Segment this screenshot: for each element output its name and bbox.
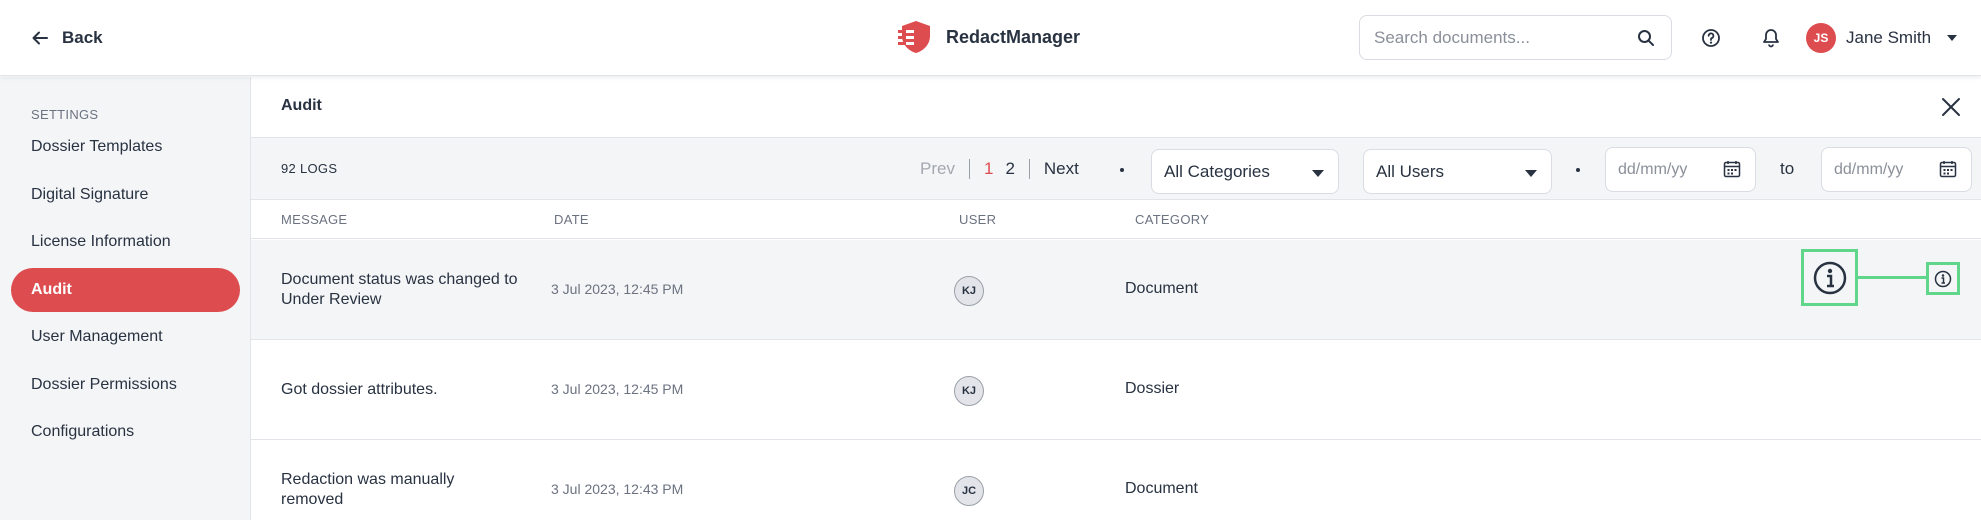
- shield-logo-icon: [898, 21, 930, 53]
- sidebar-item-audit[interactable]: Audit: [11, 268, 240, 312]
- search-input[interactable]: [1374, 27, 1635, 48]
- user-filter-value: All Users: [1376, 161, 1445, 181]
- row-category: Document: [1125, 280, 1198, 297]
- column-header-date[interactable]: DATE: [554, 212, 589, 227]
- pagination: Prev 1 2 Next: [920, 156, 1079, 182]
- search-box: [1359, 15, 1672, 60]
- info-icon: [1934, 270, 1952, 287]
- row-message: Redaction was manually removed: [281, 471, 455, 508]
- chevron-down-icon: [1947, 35, 1958, 41]
- date-from-input[interactable]: [1618, 160, 1708, 179]
- calendar-icon[interactable]: [1939, 160, 1957, 178]
- row-date: 3 Jul 2023, 12:43 PM: [551, 481, 684, 497]
- row-message: Got dossier attributes.: [281, 381, 438, 398]
- pager-divider: [1028, 159, 1030, 179]
- user-avatar: JC: [954, 476, 984, 506]
- filter-toolbar: 92 LOGS Prev 1 2 Next All Categories All…: [251, 138, 1981, 200]
- info-icon: [1813, 261, 1846, 294]
- next-page-button[interactable]: Next: [1044, 159, 1079, 179]
- sidebar-item-license-information[interactable]: License Information: [11, 220, 240, 264]
- brand-name: RedactManager: [946, 26, 1081, 47]
- table-row[interactable]: Got dossier attributes. 3 Jul 2023, 12:4…: [251, 340, 1981, 440]
- search-icon[interactable]: [1635, 27, 1657, 49]
- logs-count: 92 LOGS: [281, 161, 338, 176]
- arrow-left-icon: [32, 31, 48, 45]
- calendar-icon[interactable]: [1723, 160, 1741, 178]
- date-range-to-label: to: [1780, 159, 1795, 178]
- highlight-connector: [1858, 276, 1926, 279]
- date-from-field[interactable]: [1605, 147, 1756, 192]
- sidebar-item-dossier-templates[interactable]: Dossier Templates: [11, 125, 240, 169]
- bell-icon[interactable]: [1757, 24, 1785, 52]
- back-button[interactable]: Back: [30, 24, 103, 52]
- help-icon[interactable]: [1697, 24, 1725, 52]
- page-2-button[interactable]: 2: [1005, 159, 1014, 179]
- row-category: Document: [1125, 480, 1198, 497]
- top-bar: Back RedactManager JS Jane Smith: [0, 0, 1981, 76]
- back-label: Back: [62, 28, 103, 47]
- separator-dot: [1576, 168, 1580, 172]
- user-name: Jane Smith: [1846, 28, 1932, 47]
- user-filter-select[interactable]: All Users: [1363, 149, 1552, 194]
- row-date: 3 Jul 2023, 12:45 PM: [551, 281, 684, 297]
- table-header: MESSAGE DATE USER CATEGORY: [251, 200, 1981, 239]
- column-header-user[interactable]: USER: [959, 212, 996, 227]
- avatar: JS: [1806, 23, 1836, 53]
- user-avatar: KJ: [954, 376, 984, 406]
- prev-page-button[interactable]: Prev: [920, 159, 955, 179]
- category-filter-select[interactable]: All Categories: [1151, 149, 1339, 194]
- main-panel: Audit 92 LOGS Prev 1 2 Next All Categori…: [251, 77, 1981, 520]
- page-title: Audit: [281, 97, 322, 114]
- sidebar-item-configurations[interactable]: Configurations: [11, 410, 240, 454]
- brand: RedactManager: [898, 16, 1080, 58]
- table-row[interactable]: Document status was changed to Under Rev…: [251, 240, 1981, 340]
- chevron-down-icon: [1525, 170, 1537, 177]
- info-button-highlight[interactable]: [1801, 249, 1858, 306]
- sidebar-item-dossier-permissions[interactable]: Dossier Permissions: [11, 363, 240, 407]
- sidebar-section-label: SETTINGS: [31, 107, 99, 122]
- table-row[interactable]: Redaction was manually removed 3 Jul 202…: [251, 440, 1981, 520]
- panel-header: Audit: [251, 77, 1981, 138]
- user-menu[interactable]: JS Jane Smith: [1806, 22, 1958, 54]
- pager-divider: [968, 159, 970, 179]
- separator-dot: [1120, 168, 1124, 172]
- sidebar: SETTINGS Dossier Templates Digital Signa…: [0, 77, 251, 520]
- row-date: 3 Jul 2023, 12:45 PM: [551, 381, 684, 397]
- chevron-down-icon: [1312, 170, 1324, 177]
- sidebar-item-user-management[interactable]: User Management: [11, 315, 240, 359]
- date-to-field[interactable]: [1821, 147, 1972, 192]
- sidebar-item-digital-signature[interactable]: Digital Signature: [11, 173, 240, 217]
- page-1-button[interactable]: 1: [984, 159, 993, 179]
- close-icon[interactable]: [1939, 95, 1963, 119]
- info-button[interactable]: [1926, 262, 1960, 295]
- row-category: Dossier: [1125, 380, 1180, 397]
- column-header-message[interactable]: MESSAGE: [281, 212, 347, 227]
- column-header-category[interactable]: CATEGORY: [1135, 212, 1209, 227]
- user-avatar: KJ: [954, 276, 984, 306]
- row-message: Document status was changed to Under Rev…: [281, 271, 518, 308]
- category-filter-value: All Categories: [1164, 161, 1270, 181]
- date-to-input[interactable]: [1834, 160, 1924, 179]
